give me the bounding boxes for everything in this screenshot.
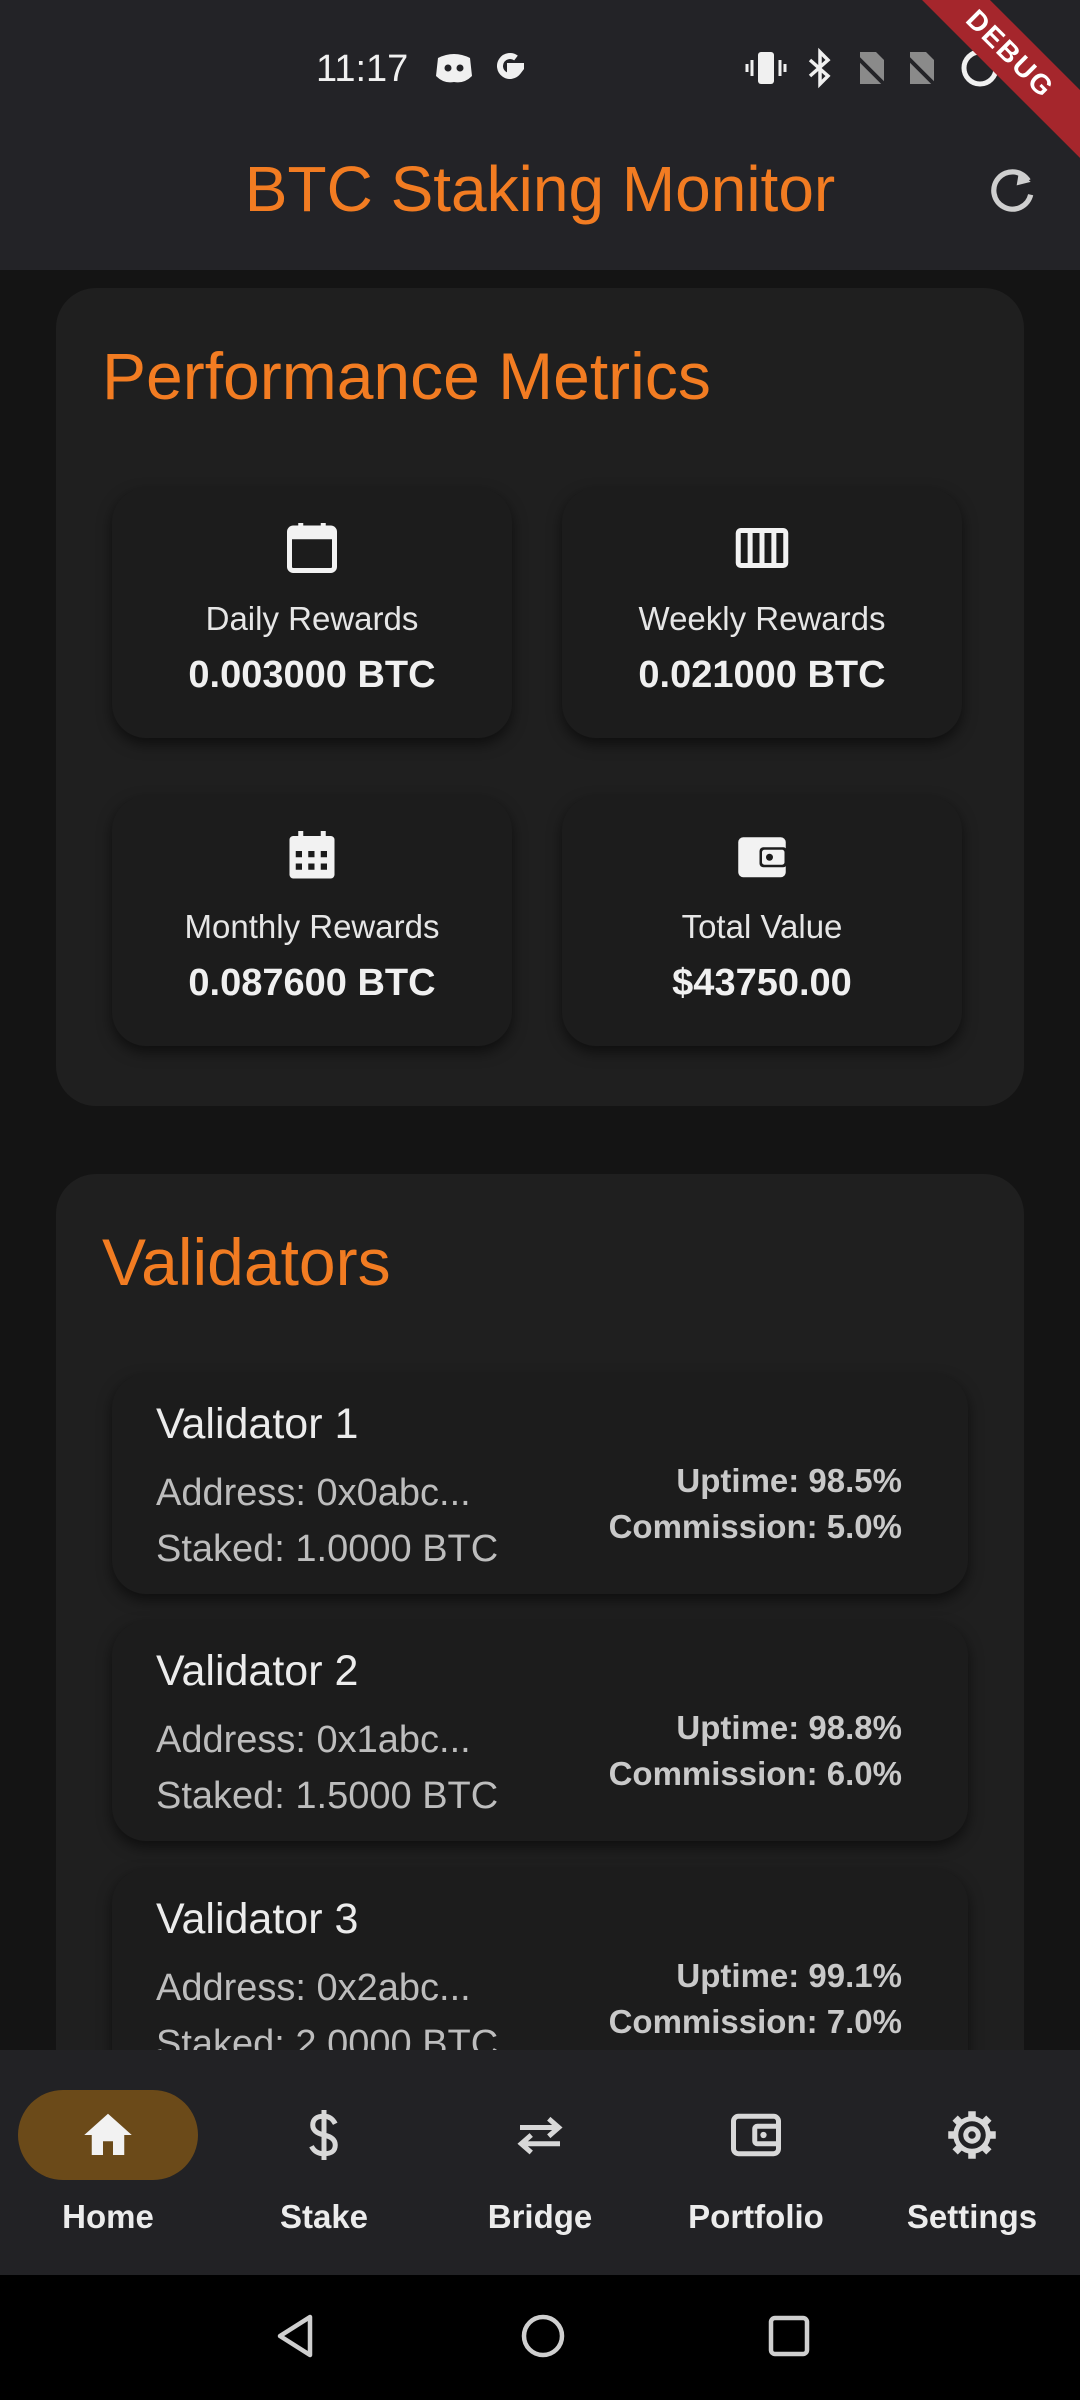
metric-label: Weekly Rewards [638, 600, 886, 637]
validator-staked: Staked: 1.0000 BTC [156, 1528, 499, 1570]
metric-daily-rewards: Daily Rewards 0.003000 BTC [112, 488, 512, 738]
google-icon [497, 53, 525, 79]
validator-uptime: Uptime: 98.8% [676, 1709, 902, 1746]
calendar-view-week-icon [735, 528, 789, 568]
main-content[interactable]: Performance Metrics Daily Rewards 0.0030… [0, 270, 1080, 2050]
validators-title: Validators [102, 1225, 391, 1299]
performance-metrics-card: Performance Metrics Daily Rewards 0.0030… [56, 288, 1024, 1106]
validator-item[interactable]: Validator 1 Address: 0x0abc... Staked: 1… [112, 1374, 968, 1594]
refresh-icon[interactable] [984, 162, 1040, 218]
validator-staked: Staked: 1.5000 BTC [156, 1775, 499, 1817]
nav-label-stake: Stake [279, 2198, 369, 2235]
wallet-icon [738, 837, 787, 878]
recents-icon[interactable] [764, 2311, 814, 2361]
vibrate-icon [745, 52, 787, 84]
metric-label: Total Value [681, 908, 843, 945]
metric-label: Monthly Rewards [184, 908, 440, 945]
swap-arrows-icon [517, 2116, 563, 2155]
app-title: BTC Staking Monitor [244, 153, 836, 225]
wallet-icon [731, 2113, 781, 2157]
metric-weekly-rewards: Weekly Rewards 0.021000 BTC [562, 488, 962, 738]
nav-label-settings: Settings [906, 2198, 1038, 2235]
metric-value: 0.087600 BTC [188, 962, 436, 1004]
calendar-today-icon [287, 523, 337, 573]
validators-card: Validators Validator 1 Address: 0x0abc..… [56, 1174, 1024, 2050]
nav-label-portfolio: Portfolio [688, 2198, 824, 2235]
validator-uptime: Uptime: 99.1% [676, 1957, 902, 1994]
no-sim-icon [852, 52, 888, 88]
validator-staked: Staked: 2.0000 BTC [156, 2023, 499, 2050]
dollar-icon [309, 2110, 338, 2160]
nav-item-bridge[interactable]: Bridge [432, 2050, 648, 2275]
metric-label: Daily Rewards [205, 600, 419, 637]
app-bar: BTC Staking Monitor [0, 110, 1080, 270]
metric-monthly-rewards: Monthly Rewards 0.087600 BTC [112, 796, 512, 1046]
discord-icon [436, 54, 472, 83]
validator-commission: Commission: 7.0% [608, 2003, 902, 2040]
back-icon[interactable] [270, 2311, 320, 2361]
metric-total-value: Total Value $43750.00 [562, 796, 962, 1046]
validator-address: Address: 0x2abc... [156, 1967, 471, 2009]
gear-icon [948, 2111, 996, 2159]
nav-label-home: Home [62, 2198, 154, 2235]
nav-item-home[interactable]: Home [0, 2050, 216, 2275]
nav-item-settings[interactable]: Settings [864, 2050, 1080, 2275]
metric-value: 0.003000 BTC [188, 654, 436, 696]
bottom-navigation: Home Stake Bridge Portfolio Settings [0, 2050, 1080, 2275]
validator-name: Validator 2 [156, 1647, 359, 1695]
validator-address: Address: 0x1abc... [156, 1719, 471, 1761]
validator-uptime: Uptime: 98.5% [676, 1462, 902, 1499]
nav-label-bridge: Bridge [487, 2198, 593, 2235]
performance-metrics-title: Performance Metrics [102, 339, 711, 413]
validator-item[interactable]: Validator 3 Address: 0x2abc... Staked: 2… [112, 1869, 968, 2050]
status-time: 11:17 [316, 48, 409, 90]
validator-name: Validator 3 [156, 1895, 359, 1943]
calendar-month-icon [289, 831, 335, 879]
metric-value: $43750.00 [672, 962, 852, 1004]
system-navigation-bar [0, 2275, 1080, 2400]
home-circle-icon[interactable] [518, 2311, 568, 2361]
validator-address: Address: 0x0abc... [156, 1472, 471, 1514]
no-sim-icon [902, 52, 938, 88]
nav-item-stake[interactable]: Stake [216, 2050, 432, 2275]
metric-value: 0.021000 BTC [638, 654, 886, 696]
home-icon [84, 2113, 132, 2155]
nav-item-portfolio[interactable]: Portfolio [648, 2050, 864, 2275]
bluetooth-icon [808, 47, 831, 89]
validator-commission: Commission: 5.0% [608, 1508, 902, 1545]
validator-item[interactable]: Validator 2 Address: 0x1abc... Staked: 1… [112, 1621, 968, 1841]
validator-commission: Commission: 6.0% [608, 1755, 902, 1792]
validator-name: Validator 1 [156, 1400, 359, 1448]
